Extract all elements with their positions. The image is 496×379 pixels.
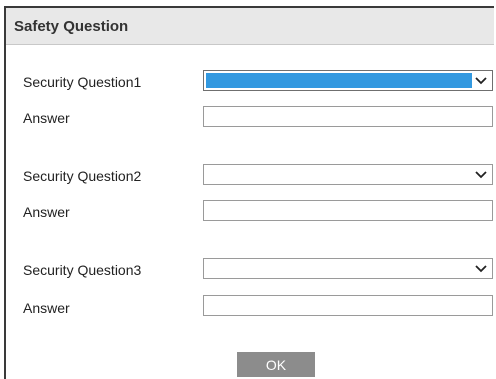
ok-button[interactable]: OK <box>237 352 315 377</box>
dialog-title: Safety Question <box>14 18 129 35</box>
security-question-3-select[interactable] <box>203 258 493 279</box>
security-question-3-label: Security Question3 <box>23 262 142 278</box>
answer-1-input[interactable] <box>203 106 493 127</box>
security-question-2-label: Security Question2 <box>23 168 142 184</box>
chevron-down-icon[interactable] <box>474 262 488 275</box>
security-question-1-select[interactable] <box>203 70 493 91</box>
chevron-down-icon[interactable] <box>474 74 488 87</box>
safety-question-dialog: Safety Question Security Question1 Answe… <box>4 6 494 379</box>
answer-3-input[interactable] <box>203 295 493 316</box>
security-question-1-label: Security Question1 <box>23 74 142 90</box>
answer-2-input[interactable] <box>203 200 493 221</box>
answer-1-label: Answer <box>23 110 70 126</box>
answer-3-label: Answer <box>23 300 70 316</box>
answer-2-label: Answer <box>23 204 70 220</box>
security-question-2-select[interactable] <box>203 164 493 185</box>
selection-highlight <box>206 73 472 88</box>
chevron-down-icon[interactable] <box>474 168 488 181</box>
dialog-header: Safety Question <box>6 8 494 45</box>
